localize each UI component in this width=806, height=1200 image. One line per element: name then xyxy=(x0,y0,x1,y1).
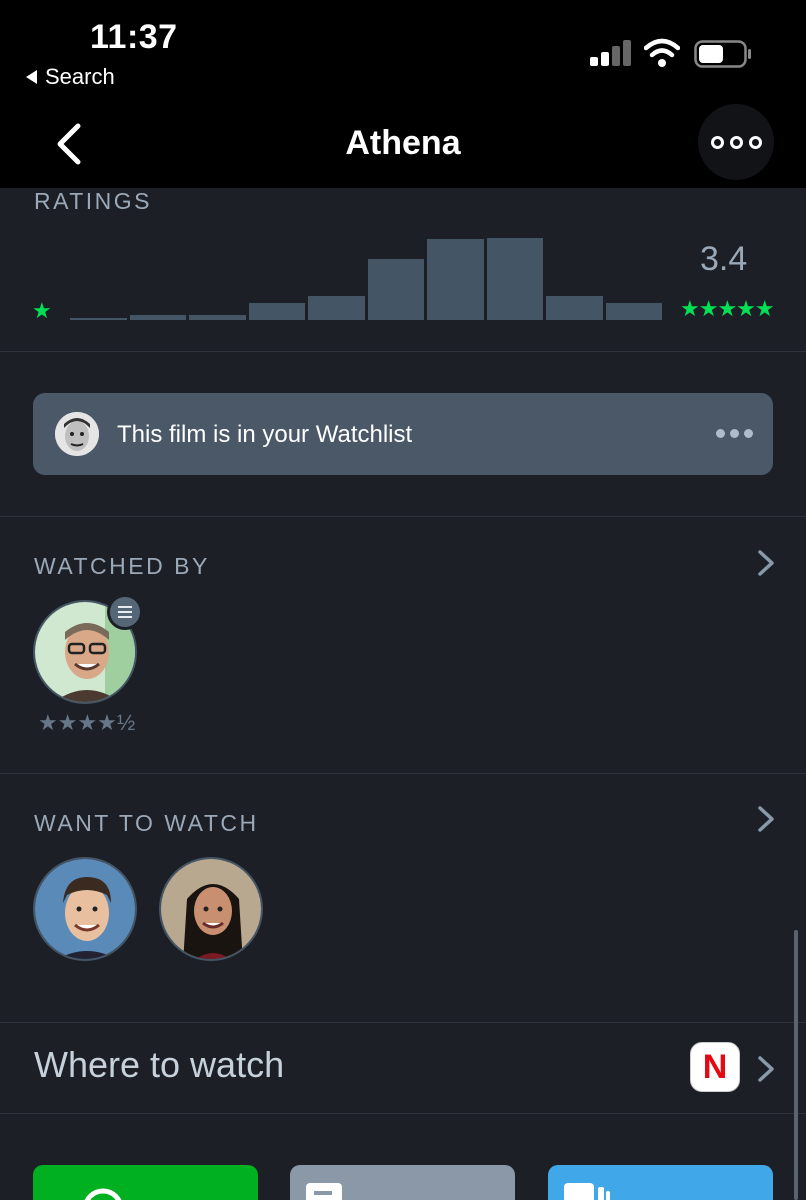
max-rating-stars: ★★★★★ xyxy=(680,296,775,321)
where-to-watch-label[interactable]: Where to watch xyxy=(34,1044,284,1086)
review-action-tile[interactable] xyxy=(290,1165,515,1200)
histogram-bar[interactable] xyxy=(546,295,603,320)
histogram-bar[interactable] xyxy=(129,315,186,320)
histogram-bar[interactable] xyxy=(70,317,127,320)
back-search-label: Search xyxy=(45,64,115,89)
min-rating-star: ★ xyxy=(32,298,52,323)
document-icon xyxy=(306,1183,342,1200)
histogram-bar[interactable] xyxy=(605,302,662,320)
member-rating-stars: ★★★★½ xyxy=(38,710,136,735)
netflix-letter: N xyxy=(702,1047,728,1086)
divider xyxy=(0,351,806,352)
user-avatar xyxy=(55,412,99,456)
wifi-icon xyxy=(644,38,680,67)
member-avatar-want-2[interactable] xyxy=(159,857,263,961)
where-to-watch-chevron-icon[interactable] xyxy=(754,1054,778,1084)
scroll-indicator[interactable] xyxy=(794,930,798,1200)
more-options-button[interactable] xyxy=(698,104,774,180)
watched-by-chevron-icon[interactable] xyxy=(754,548,778,578)
histogram-bar[interactable] xyxy=(427,239,484,320)
want-to-watch-label: WANT TO WATCH xyxy=(34,810,259,836)
ratings-label: RATINGS xyxy=(34,188,153,214)
member-avatar-want-1[interactable] xyxy=(33,857,137,961)
histogram-bar[interactable] xyxy=(248,302,305,320)
watchlist-more-icon[interactable] xyxy=(716,429,753,438)
battery-icon xyxy=(694,40,751,68)
watch-action-tile[interactable] xyxy=(33,1165,258,1200)
ratings-histogram[interactable] xyxy=(70,226,662,320)
histogram-bar[interactable] xyxy=(367,258,424,320)
eye-icon xyxy=(84,1188,122,1200)
top-bar: 11:37 Search Athena xyxy=(0,0,806,188)
histogram-bar[interactable] xyxy=(308,295,365,320)
histogram-bar[interactable] xyxy=(486,238,543,320)
cell-signal-icon xyxy=(590,40,632,66)
review-badge-icon xyxy=(107,594,143,630)
divider xyxy=(0,1022,806,1023)
status-time: 11:37 xyxy=(90,18,178,56)
divider xyxy=(0,773,806,774)
want-to-watch-chevron-icon[interactable] xyxy=(754,804,778,834)
watchlist-text: This film is in your Watchlist xyxy=(117,421,413,448)
list-stack-icon xyxy=(564,1183,610,1200)
watchlist-status-banner[interactable]: This film is in your Watchlist xyxy=(33,393,773,475)
back-triangle-icon xyxy=(26,70,37,84)
histogram-bar[interactable] xyxy=(189,315,246,320)
watched-by-label: WATCHED BY xyxy=(34,553,210,579)
film-detail-page: 11:37 Search Athena RATINGS ★ 3.4 ★★★★★ … xyxy=(0,0,806,1200)
list-action-tile[interactable] xyxy=(548,1165,773,1200)
average-rating: 3.4 xyxy=(700,240,748,278)
divider xyxy=(0,516,806,517)
divider xyxy=(0,1113,806,1114)
page-title: Athena xyxy=(345,124,461,162)
netflix-service-icon[interactable]: N xyxy=(690,1042,740,1092)
back-to-search-link[interactable]: Search xyxy=(26,64,115,90)
